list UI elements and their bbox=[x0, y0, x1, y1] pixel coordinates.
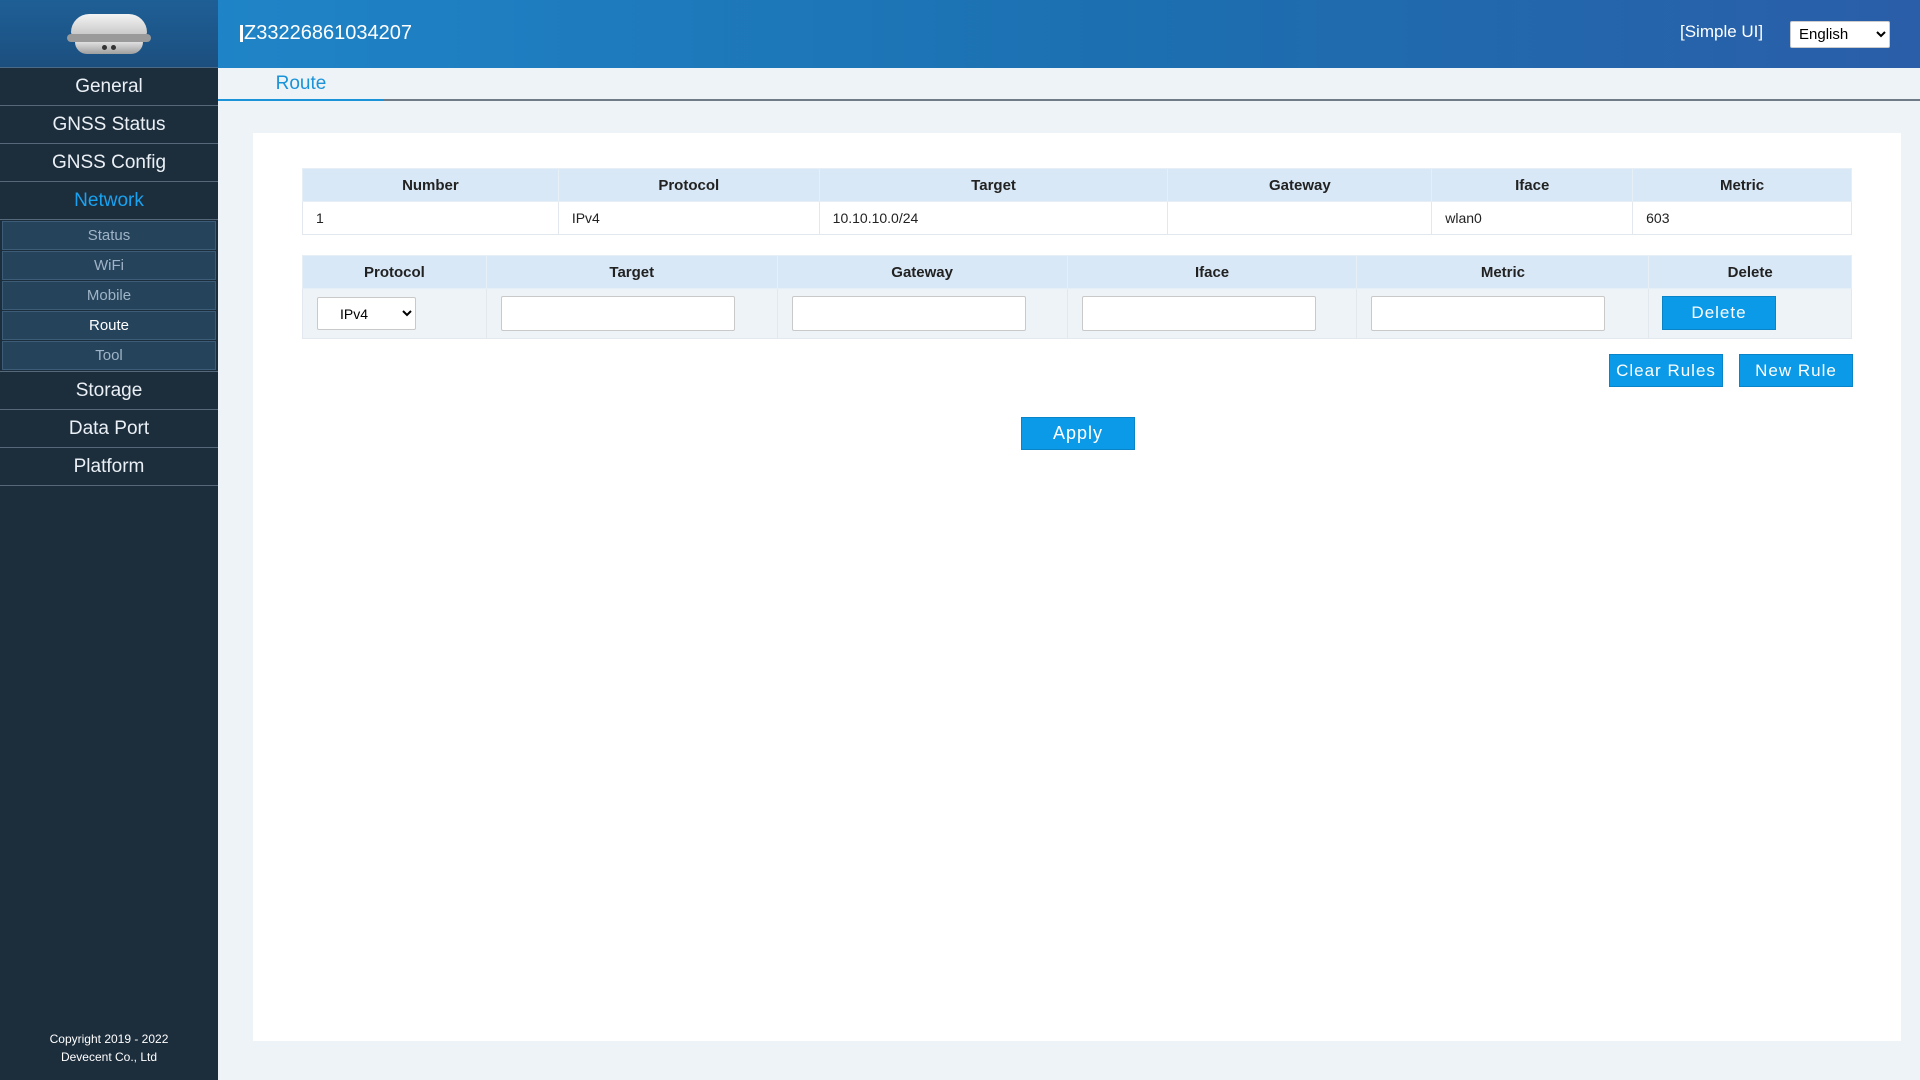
logo bbox=[0, 0, 218, 68]
sidebar-subitem-tool[interactable]: Tool bbox=[2, 341, 216, 370]
sidebar-item-platform[interactable]: Platform bbox=[0, 448, 218, 486]
col-protocol: Protocol bbox=[557, 168, 820, 202]
route-table: Number Protocol Target Gateway Iface Met… bbox=[302, 168, 1852, 235]
col-iface: Iface bbox=[1066, 255, 1358, 289]
edit-table-header: Protocol Target Gateway Iface Metric Del… bbox=[302, 255, 1852, 289]
sidebar-subitem-status[interactable]: Status bbox=[2, 221, 216, 250]
protocol-cell: IPv4 bbox=[302, 288, 487, 339]
tab-route[interactable]: Route bbox=[218, 68, 384, 101]
col-gateway: Gateway bbox=[1167, 168, 1433, 202]
col-target: Target bbox=[485, 255, 778, 289]
edit-rule-table: Protocol Target Gateway Iface Metric Del… bbox=[302, 255, 1852, 339]
sidebar-item-general[interactable]: General bbox=[0, 68, 218, 106]
col-protocol: Protocol bbox=[302, 255, 487, 289]
sidebar-subitem-mobile[interactable]: Mobile bbox=[2, 281, 216, 310]
sidebar: General GNSS Status GNSS Config Network … bbox=[0, 0, 218, 1080]
route-table-header: Number Protocol Target Gateway Iface Met… bbox=[302, 168, 1852, 202]
iface-input[interactable] bbox=[1081, 296, 1316, 331]
sidebar-item-gnss-status[interactable]: GNSS Status bbox=[0, 106, 218, 144]
tab-bar: Route bbox=[218, 68, 1920, 101]
edit-row: IPv4 bbox=[302, 288, 1852, 339]
cell-gateway bbox=[1167, 201, 1433, 235]
cell-number: 1 bbox=[302, 201, 559, 235]
metric-input[interactable] bbox=[1371, 296, 1606, 331]
sidebar-item-data-port[interactable]: Data Port bbox=[0, 410, 218, 448]
simple-ui-link[interactable]: [Simple UI] bbox=[1680, 22, 1763, 42]
sidebar-subitem-route[interactable]: Route bbox=[2, 311, 216, 340]
copyright-line-1: Copyright 2019 - 2022 bbox=[49, 1032, 169, 1046]
cell-protocol: IPv4 bbox=[557, 201, 820, 235]
target-cell bbox=[485, 288, 778, 339]
delete-button[interactable]: Delete bbox=[1662, 296, 1776, 330]
apply-button[interactable]: Apply bbox=[1021, 417, 1135, 450]
col-iface: Iface bbox=[1431, 168, 1634, 202]
iface-cell bbox=[1066, 288, 1358, 339]
device-id: Z33226861034207 bbox=[240, 22, 412, 44]
header: Z33226861034207 [Simple UI] English bbox=[218, 0, 1920, 68]
new-rule-button[interactable]: New Rule bbox=[1739, 354, 1853, 387]
col-target: Target bbox=[818, 168, 1169, 202]
protocol-select[interactable]: IPv4 bbox=[317, 297, 416, 330]
col-number: Number bbox=[302, 168, 559, 202]
sidebar-item-network[interactable]: Network bbox=[0, 182, 218, 220]
copyright-line-2: Devecent Co., Ltd bbox=[60, 1050, 158, 1064]
network-submenu: Status WiFi Mobile Route Tool bbox=[0, 220, 218, 372]
cell-metric: 603 bbox=[1632, 201, 1852, 235]
cell-iface: wlan0 bbox=[1431, 201, 1634, 235]
cell-target: 10.10.10.0/24 bbox=[818, 201, 1169, 235]
table-row: 1 IPv4 10.10.10.0/24 wlan0 603 bbox=[302, 201, 1852, 235]
col-gateway: Gateway bbox=[776, 255, 1068, 289]
clear-rules-button[interactable]: Clear Rules bbox=[1609, 354, 1723, 387]
metric-cell bbox=[1356, 288, 1650, 339]
col-delete: Delete bbox=[1648, 255, 1852, 289]
gateway-input[interactable] bbox=[791, 296, 1026, 331]
sidebar-item-storage[interactable]: Storage bbox=[0, 372, 218, 410]
language-select[interactable]: English bbox=[1790, 21, 1890, 48]
copyright: Copyright 2019 - 2022 Devecent Co., Ltd bbox=[0, 1030, 218, 1066]
sidebar-subitem-wifi[interactable]: WiFi bbox=[2, 251, 216, 280]
col-metric: Metric bbox=[1356, 255, 1650, 289]
gnss-receiver-icon bbox=[65, 12, 153, 56]
gateway-cell bbox=[776, 288, 1068, 339]
col-metric: Metric bbox=[1632, 168, 1852, 202]
target-input[interactable] bbox=[500, 296, 735, 331]
sidebar-item-gnss-config[interactable]: GNSS Config bbox=[0, 144, 218, 182]
